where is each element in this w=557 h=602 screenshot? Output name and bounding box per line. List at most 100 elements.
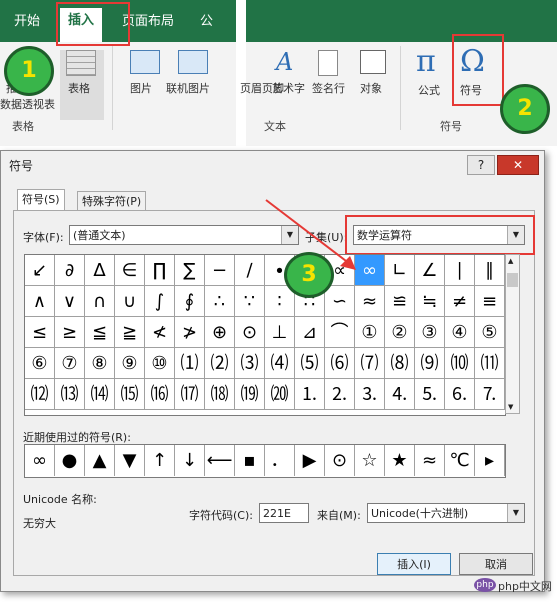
recent-symbol-cell[interactable]: ▼	[115, 445, 145, 476]
equation-button[interactable]: 公式	[418, 82, 440, 98]
symbol-cell[interactable]: ⒀	[55, 379, 85, 410]
symbol-cell[interactable]: ∑	[175, 255, 205, 286]
symbol-cell[interactable]: ⑽	[445, 348, 475, 379]
recent-symbol-cell[interactable]: ★	[385, 445, 415, 476]
cancel-button[interactable]: 取消	[459, 553, 533, 575]
recent-symbol-cell[interactable]: ↓	[175, 445, 205, 476]
symbol-cell[interactable]: ⒈	[295, 379, 325, 410]
symbol-cell[interactable]: ∵	[235, 286, 265, 317]
symbol-cell[interactable]: ⒍	[445, 379, 475, 410]
symbol-cell[interactable]: ≈	[355, 286, 385, 317]
tab-symbols[interactable]: 符号(S)	[17, 189, 65, 212]
symbol-cell[interactable]: ⒉	[325, 379, 355, 410]
symbol-cell[interactable]: ≮	[145, 317, 175, 348]
object-button[interactable]: 对象	[360, 80, 382, 96]
symbol-cell[interactable]: ⒄	[175, 379, 205, 410]
tab-home[interactable]: 开始	[14, 10, 40, 29]
char-code-input[interactable]: 221E	[259, 503, 309, 523]
symbol-cell[interactable]: ≧	[115, 317, 145, 348]
signature-button[interactable]: 签名行	[312, 80, 345, 96]
symbol-cell[interactable]: ∠	[415, 255, 445, 286]
symbol-cell[interactable]: ⒃	[145, 379, 175, 410]
symbol-cell[interactable]: ⑥	[25, 348, 55, 379]
recent-symbol-cell[interactable]: ≈	[415, 445, 445, 476]
recent-symbol-cell[interactable]: ⊙	[325, 445, 355, 476]
symbol-cell[interactable]: ⑻	[385, 348, 415, 379]
symbol-cell[interactable]: ∽	[325, 286, 355, 317]
symbol-cell[interactable]: ②	[385, 317, 415, 348]
symbol-cell[interactable]: ∨	[55, 286, 85, 317]
recent-symbol-cell[interactable]: ∞	[25, 445, 55, 476]
symbol-cell[interactable]: ⑦	[55, 348, 85, 379]
symbol-cell[interactable]: ⑩	[145, 348, 175, 379]
symbol-cell[interactable]: ⒆	[235, 379, 265, 410]
symbol-cell[interactable]: ∫	[145, 286, 175, 317]
from-select[interactable]: Unicode(十六进制) ▼	[367, 503, 525, 523]
symbol-cell[interactable]: −	[205, 255, 235, 286]
symbol-cell[interactable]: ∧	[25, 286, 55, 317]
symbol-cell[interactable]: ⒅	[205, 379, 235, 410]
symbol-cell[interactable]: ⒁	[85, 379, 115, 410]
symbol-cell[interactable]: ⑸	[295, 348, 325, 379]
symbol-cell[interactable]: ⒌	[415, 379, 445, 410]
symbol-cell[interactable]: ⒂	[115, 379, 145, 410]
symbol-cell[interactable]: ⊕	[205, 317, 235, 348]
symbol-cell[interactable]: ⑹	[325, 348, 355, 379]
symbol-cell[interactable]: ④	[445, 317, 475, 348]
tab-special-chars[interactable]: 特殊字符(P)	[77, 191, 147, 211]
picture-button[interactable]: 图片	[130, 80, 152, 96]
symbol-cell[interactable]: ⊙	[235, 317, 265, 348]
symbol-cell[interactable]: ∴	[205, 286, 235, 317]
symbol-cell[interactable]: ≦	[85, 317, 115, 348]
recent-symbol-cell[interactable]: ▸	[475, 445, 505, 476]
close-button[interactable]: ✕	[497, 155, 539, 175]
symbol-cell[interactable]: ⒇	[265, 379, 295, 410]
symbol-cell[interactable]: ∏	[145, 255, 175, 286]
symbol-cell[interactable]: ≌	[385, 286, 415, 317]
symbol-cell[interactable]: ∮	[175, 286, 205, 317]
recent-symbol-cell[interactable]: ▲	[85, 445, 115, 476]
pivot-table-label[interactable]: 数据透视表	[0, 96, 55, 112]
symbol-cell[interactable]: ⒋	[385, 379, 415, 410]
recent-symbol-cell[interactable]: ↑	[145, 445, 175, 476]
symbol-cell[interactable]: ⑶	[235, 348, 265, 379]
symbol-cell[interactable]: ≒	[415, 286, 445, 317]
recent-symbol-cell[interactable]: ▶	[295, 445, 325, 476]
symbol-cell[interactable]: ⑷	[265, 348, 295, 379]
scroll-down-icon[interactable]: ▼	[508, 403, 513, 411]
symbol-cell[interactable]: ①	[355, 317, 385, 348]
scroll-up-icon[interactable]: ▲	[508, 257, 513, 265]
online-picture-button[interactable]: 联机图片	[166, 80, 210, 96]
symbol-cell[interactable]: ∟	[385, 255, 415, 286]
symbol-cell[interactable]: ⑤	[475, 317, 505, 348]
symbol-cell[interactable]: ∆	[85, 255, 115, 286]
symbol-cell[interactable]: ⑨	[115, 348, 145, 379]
wordart-button[interactable]: 艺术字	[272, 80, 305, 96]
recent-symbol-cell[interactable]: ☆	[355, 445, 385, 476]
symbol-cell[interactable]: ≥	[55, 317, 85, 348]
symbol-cell[interactable]: ∪	[115, 286, 145, 317]
symbol-cell[interactable]: ∣	[445, 255, 475, 286]
symbol-cell[interactable]: ∂	[55, 255, 85, 286]
symbol-cell[interactable]: ⑿	[25, 379, 55, 410]
symbol-cell[interactable]: ⒊	[355, 379, 385, 410]
symbol-cell[interactable]: ⑺	[355, 348, 385, 379]
symbol-cell[interactable]: ≡	[475, 286, 505, 317]
help-button[interactable]: ?	[467, 155, 495, 175]
symbol-cell[interactable]: ∥	[475, 255, 505, 286]
grid-scrollbar[interactable]: ▲ ▼	[505, 254, 520, 414]
symbol-cell[interactable]: ⊥	[265, 317, 295, 348]
symbol-cell[interactable]: ∩	[85, 286, 115, 317]
symbol-cell[interactable]: ≯	[175, 317, 205, 348]
symbol-cell[interactable]: ≠	[445, 286, 475, 317]
symbol-cell[interactable]: ⑧	[85, 348, 115, 379]
symbol-cell[interactable]: ≤	[25, 317, 55, 348]
symbol-cell[interactable]: ⑾	[475, 348, 505, 379]
insert-button[interactable]: 插入(I)	[377, 553, 451, 575]
symbol-cell[interactable]: ∈	[115, 255, 145, 286]
symbol-cell[interactable]: ⑴	[175, 348, 205, 379]
recent-symbol-cell[interactable]: ．	[265, 445, 295, 476]
recent-symbol-cell[interactable]: ▪	[235, 445, 265, 476]
symbol-cell[interactable]: ⌒	[325, 317, 355, 348]
symbol-cell[interactable]: ↙	[25, 255, 55, 286]
